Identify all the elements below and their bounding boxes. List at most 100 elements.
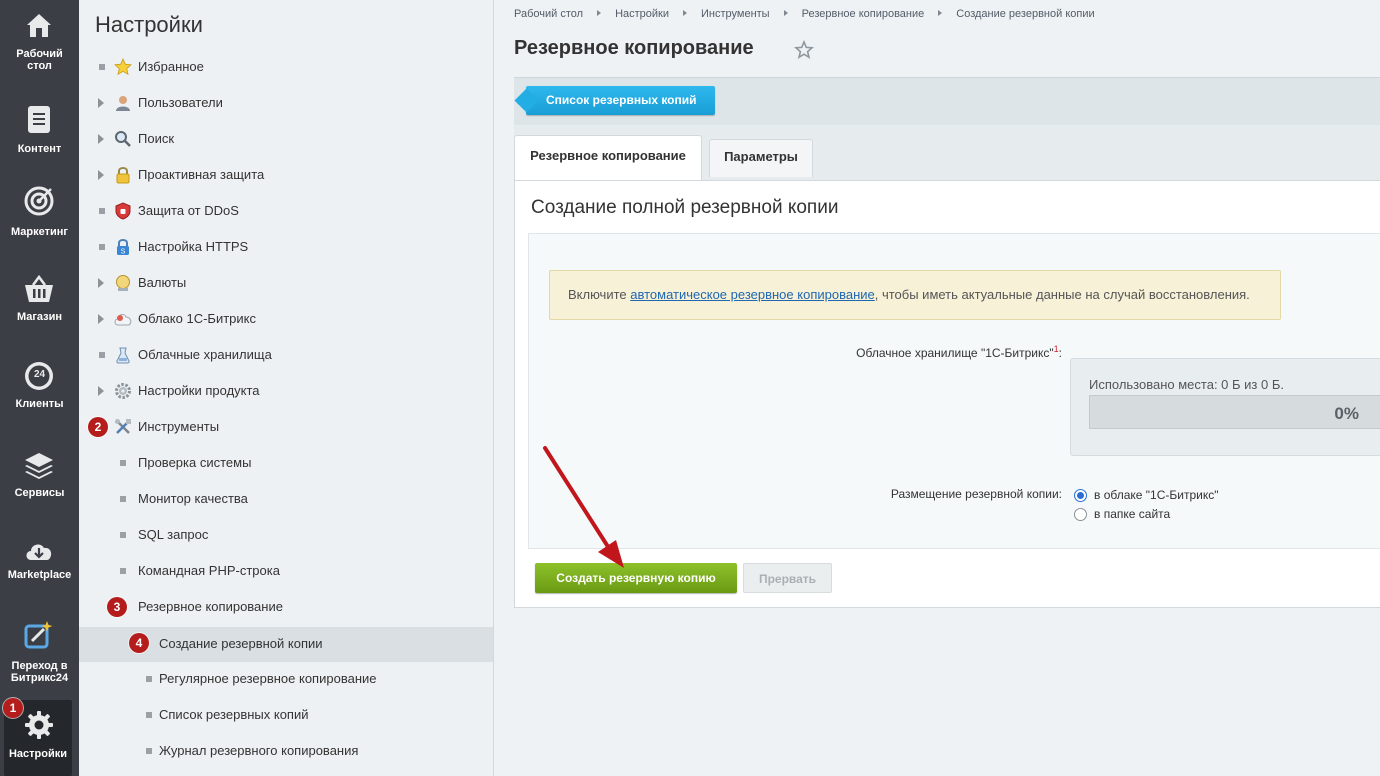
https-lock-icon: S (117, 239, 129, 256)
sidebar-item-search[interactable]: Поиск (79, 122, 493, 156)
sidebar-item-label: Монитор качества (138, 491, 248, 506)
step-badge-1: 1 (3, 698, 23, 718)
sidebar-item-tools[interactable]: Инструменты (79, 410, 493, 444)
step-badge-4: 4 (129, 633, 149, 653)
sidebar-item-label: Настройка HTTPS (138, 239, 249, 254)
breadcrumb-item[interactable]: Рабочий стол (514, 8, 583, 20)
bullet-icon (99, 64, 105, 70)
user-icon (116, 96, 130, 111)
toolbar: Список резервных копий (514, 77, 1380, 125)
breadcrumb-separator-icon (683, 10, 687, 16)
target-icon (24, 186, 54, 216)
sidebar-item-ddos[interactable]: Защита от DDoS (79, 194, 493, 228)
cloud-bitrix-icon (114, 314, 132, 326)
nav-shop-label: Магазин (16, 311, 63, 323)
storage-usage-text: Использовано места: 0 Б из 0 Б. (1089, 377, 1284, 392)
sidebar-subitem-backup-log[interactable]: Журнал резервного копирования (79, 734, 493, 768)
sidebar-subitem-sql[interactable]: SQL запрос (79, 518, 493, 552)
breadcrumb: Рабочий стол Настройки Инструменты Резервно… (514, 8, 1095, 20)
expand-arrow-icon (98, 314, 104, 324)
bullet-icon (120, 532, 126, 538)
search-icon (115, 131, 131, 147)
auto-backup-link[interactable]: автоматическое резервное копирование (630, 287, 875, 302)
breadcrumb-item[interactable]: Настройки (615, 8, 669, 20)
sidebar-item-favorites[interactable]: Избранное (79, 50, 493, 84)
nav-marketplace[interactable]: Marketplace (0, 526, 79, 614)
tab-bar: Резервное копирование Параметры (514, 125, 1380, 182)
sidebar-subitem-scheduled-backup[interactable]: Регулярное резервное копирование (79, 662, 493, 696)
sidebar-item-proactive[interactable]: Проактивная защита (79, 158, 493, 192)
create-backup-button[interactable]: Создать резервную копию (535, 563, 737, 593)
expand-arrow-icon (98, 278, 104, 288)
sidebar-subitem-php-console[interactable]: Командная PHP-строка (79, 554, 493, 588)
panel-title: Создание полной резервной копии (531, 197, 839, 218)
nav-desktop-label-1: Рабочий (16, 48, 63, 60)
tab-parameters[interactable]: Параметры (709, 139, 813, 177)
expand-arrow-icon (98, 386, 104, 396)
sidebar-subitem-quality-monitor[interactable]: Монитор качества (79, 482, 493, 516)
document-icon (28, 106, 50, 133)
backup-list-button[interactable]: Список резервных копий (526, 86, 715, 115)
placement-label: Размещение резервной копии: (890, 487, 1062, 501)
sidebar-item-label: Настройки продукта (138, 383, 260, 398)
breadcrumb-separator-icon (938, 10, 943, 16)
abort-button[interactable]: Прервать (743, 563, 832, 593)
favorite-star-icon[interactable] (794, 40, 814, 60)
sidebar-subitem-backup[interactable]: Резервное копирование (79, 590, 493, 624)
sidebar-item-label: Пользователи (138, 95, 223, 110)
sidebar-item-cloud-bitrix[interactable]: Облако 1С-Битрикс (79, 302, 493, 336)
sidebar-item-cloud-storages[interactable]: Облачные хранилища (79, 338, 493, 372)
sidebar-item-label: Облачные хранилища (138, 347, 272, 362)
breadcrumb-item[interactable]: Резервное копирование (802, 8, 925, 20)
sidebar-item-users[interactable]: Пользователи (79, 86, 493, 120)
step-badge-3: 3 (107, 597, 127, 617)
bullet-icon (146, 712, 152, 718)
nav-services[interactable]: Сервисы (0, 438, 79, 526)
nav-clients[interactable]: 24 Клиенты (0, 350, 79, 438)
storage-usage-percent: 0% (1334, 404, 1359, 423)
sidebar-item-label: Облако 1С-Битрикс (138, 311, 256, 326)
expand-arrow-icon (98, 98, 104, 108)
bullet-icon (99, 352, 105, 358)
storage-usage-bar: 0% (1089, 395, 1380, 429)
bullet-icon (120, 460, 126, 466)
nav-desktop[interactable]: Рабочий стол (0, 0, 79, 88)
bullet-icon (120, 496, 126, 502)
app-icon-bar: Рабочий стол Контент Маркетинг Магазин 24 (0, 0, 79, 776)
tab-backup[interactable]: Резервное копирование (514, 135, 702, 182)
cloud-storage-icon (116, 347, 130, 364)
sidebar-item-https[interactable]: S Настройка HTTPS (79, 230, 493, 264)
cloud-storage-label-colon: : (1058, 346, 1062, 360)
sidebar-item-label: Резервное копирование (138, 599, 283, 614)
sidebar-item-label: Регулярное резервное копирование (159, 671, 377, 686)
bullet-icon (99, 208, 105, 214)
radio-site-folder[interactable] (1074, 508, 1087, 521)
sidebar-subitem-backup-list[interactable]: Список резервных копий (79, 698, 493, 732)
radio-cloud[interactable] (1074, 489, 1087, 502)
sidebar-item-label: Список резервных копий (159, 707, 309, 722)
sidebar-item-label: Проверка системы (138, 455, 252, 470)
nav-settings-label: Настройки (8, 748, 68, 760)
breadcrumb-item[interactable]: Инструменты (701, 8, 770, 20)
step-badge-2: 2 (88, 417, 108, 437)
sidebar-item-label: Проактивная защита (138, 167, 265, 182)
notice-text-before: Включите (568, 287, 631, 302)
nav-go-bitrix24[interactable]: Переход в Битрикс24 (0, 608, 79, 696)
expand-arrow-icon (98, 134, 104, 144)
coin-icon (116, 275, 130, 291)
nav-content-label: Контент (17, 143, 62, 155)
sidebar-item-product-settings[interactable]: Настройки продукта (79, 374, 493, 408)
sidebar-item-currencies[interactable]: Валюты (79, 266, 493, 300)
cloud-storage-label: Облачное хранилище "1С-Битрикс"1: (529, 344, 1062, 360)
nav-shop[interactable]: Магазин (0, 262, 79, 350)
placement-option-label: в папке сайта (1094, 507, 1171, 521)
sidebar-title: Настройки (95, 12, 203, 37)
sidebar-item-label: Инструменты (138, 419, 220, 434)
nav-marketing-label: Маркетинг (11, 226, 68, 238)
nav-go-bitrix24-label-1: Переход в (11, 660, 68, 672)
nav-marketing[interactable]: Маркетинг (0, 176, 79, 264)
main-content: Рабочий стол Настройки Инструменты Резервно… (494, 0, 1380, 776)
sidebar-subitem-system-check[interactable]: Проверка системы (79, 446, 493, 480)
nav-content[interactable]: Контент (0, 88, 79, 176)
backup-panel: Создание полной резервной копии Включите… (514, 180, 1380, 608)
